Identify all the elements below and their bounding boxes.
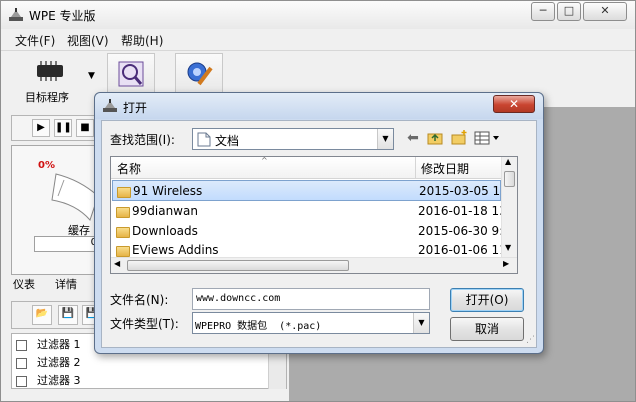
main-title: WPE 专业版 <box>29 9 96 23</box>
chevron-down-icon[interactable]: ▼ <box>413 313 429 333</box>
file-date: 2016-01-06 11:0 <box>418 243 501 257</box>
pause-button[interactable]: ❚❚ <box>54 119 72 137</box>
menu-help[interactable]: 帮助(H) <box>121 32 163 49</box>
filter-label: 过滤器 2 <box>37 356 81 369</box>
filter-checkbox[interactable] <box>16 375 27 387</box>
app-icon <box>9 8 23 21</box>
dialog-body: 查找范围(I): 文档 ▼ ⬅ 名称 ^ 修改日期 91 Wireless 20… <box>101 120 537 348</box>
horizontal-scroll-thumb[interactable] <box>127 260 349 271</box>
column-modified[interactable]: 修改日期 <box>421 160 469 177</box>
view-menu-icon[interactable] <box>474 129 502 147</box>
main-title-bar: WPE 专业版 ─ □ ✕ <box>1 1 635 29</box>
tab-details[interactable]: 详情 <box>55 276 77 292</box>
file-list-vertical-scrollbar[interactable]: ▲ ▼ <box>501 157 517 257</box>
filter-label: 过滤器 1 <box>37 338 81 351</box>
file-name: 99dianwan <box>132 204 198 218</box>
filename-label: 文件名(N): <box>110 293 169 307</box>
filetype-value: WPEPRO 数据包 (*.pac) <box>195 321 322 332</box>
file-row[interactable]: 99dianwan 2016-01-18 13:5 <box>112 201 502 222</box>
column-name[interactable]: 名称 <box>117 160 141 177</box>
file-list-horizontal-scrollbar[interactable]: ◀ ▶ <box>111 257 517 273</box>
look-in-label: 查找范围(I): <box>110 133 175 147</box>
menu-file[interactable]: 文件(F) <box>15 32 55 49</box>
scroll-up-icon[interactable]: ▲ <box>505 157 511 166</box>
resize-grip-icon[interactable]: ⋰ <box>526 335 535 345</box>
filter-toolbar: 📂 💾 💾 <box>11 301 103 329</box>
chevron-down-icon[interactable]: ▼ <box>377 129 393 149</box>
scroll-left-icon[interactable]: ◀ <box>114 259 120 268</box>
cache-value: 0 <box>34 236 102 252</box>
filter-label: 过滤器 3 <box>37 374 81 387</box>
dropdown-arrow-icon: ▼ <box>88 71 95 81</box>
folder-icon <box>116 205 130 219</box>
column-divider[interactable] <box>415 157 416 179</box>
menu-view[interactable]: 视图(V) <box>67 32 109 49</box>
sort-arrow-icon: ^ <box>261 156 268 165</box>
filename-input[interactable]: www.downcc.com <box>192 288 430 310</box>
file-list-header: 名称 ^ 修改日期 <box>111 156 501 179</box>
file-name: EViews Addins <box>132 243 219 257</box>
scroll-down-icon[interactable]: ▼ <box>505 243 511 252</box>
look-in-combo[interactable]: 文档 ▼ <box>192 128 394 150</box>
file-date: 2015-06-30 9:25 <box>418 224 502 238</box>
up-folder-icon[interactable] <box>426 129 444 147</box>
filetype-combo[interactable]: WPEPRO 数据包 (*.pac) ▼ <box>192 312 430 334</box>
magnifier-icon <box>118 61 144 87</box>
dialog-title-bar[interactable]: 打开 ✕ <box>95 93 543 119</box>
maximize-button[interactable]: □ <box>557 2 581 21</box>
look-in-value: 文档 <box>215 134 240 148</box>
file-row[interactable]: EViews Addins 2016-01-06 11:0 <box>112 240 501 257</box>
file-name: Downloads <box>132 224 198 238</box>
filter-row-2[interactable]: 过滤器 2 <box>16 354 81 371</box>
open-folder-button[interactable]: 📂 <box>32 305 52 325</box>
dialog-title: 打开 <box>123 101 148 115</box>
open-dialog: 打开 ✕ 查找范围(I): 文档 ▼ ⬅ 名称 ^ 修改日期 91 Wirele… <box>94 92 544 354</box>
workspace-area-upper <box>543 107 635 301</box>
pencil-target-icon <box>187 62 213 86</box>
filter-checkbox[interactable] <box>16 339 27 351</box>
filetype-label: 文件类型(T): <box>110 317 179 331</box>
tab-dashboard[interactable]: 仪表 <box>13 276 35 292</box>
vertical-scroll-thumb[interactable] <box>504 171 515 187</box>
folder-icon <box>116 244 130 257</box>
filter-row-1[interactable]: 过滤器 1 <box>16 336 81 353</box>
playback-bar: ▶ ❚❚ ■ <box>11 115 103 141</box>
play-button[interactable]: ▶ <box>32 119 50 137</box>
folder-icon <box>116 225 130 239</box>
scroll-right-icon[interactable]: ▶ <box>503 259 509 268</box>
chip-icon <box>37 61 63 81</box>
file-list: 名称 ^ 修改日期 91 Wireless 2015-03-05 13:3 99… <box>110 156 518 274</box>
dialog-app-icon <box>103 99 117 112</box>
file-row[interactable]: 91 Wireless 2015-03-05 13:3 <box>112 180 503 201</box>
view-tabs: 仪表 详情 <box>11 276 103 292</box>
cancel-button[interactable]: 取消 <box>450 317 524 341</box>
folder-icon <box>117 185 131 199</box>
open-button[interactable]: 打开(O) <box>450 288 524 312</box>
file-date: 2015-03-05 13:3 <box>419 184 503 198</box>
back-arrow-icon[interactable]: ⬅ <box>404 129 422 147</box>
filter-row-3[interactable]: 过滤器 3 <box>16 372 81 389</box>
target-program-label: 目标程序 <box>25 91 69 104</box>
minimize-button[interactable]: ─ <box>531 2 555 21</box>
menu-bar: 文件(F) 视图(V) 帮助(H) <box>1 29 635 51</box>
dialog-close-button[interactable]: ✕ <box>493 95 535 113</box>
gauge-panel: 0% 缓存 0 <box>11 145 103 275</box>
stop-button[interactable]: ■ <box>76 119 94 137</box>
target-program-button[interactable]: ▼ 目标程序 <box>11 53 99 105</box>
filter-checkbox[interactable] <box>16 357 27 369</box>
main-close-button[interactable]: ✕ <box>583 2 627 21</box>
new-folder-icon[interactable] <box>450 129 468 147</box>
file-row[interactable]: Downloads 2015-06-30 9:25 <box>112 221 502 242</box>
file-date: 2016-01-18 13:5 <box>418 204 502 218</box>
save-button[interactable]: 💾 <box>58 305 78 325</box>
document-icon <box>197 132 211 147</box>
file-name: 91 Wireless <box>133 184 203 198</box>
